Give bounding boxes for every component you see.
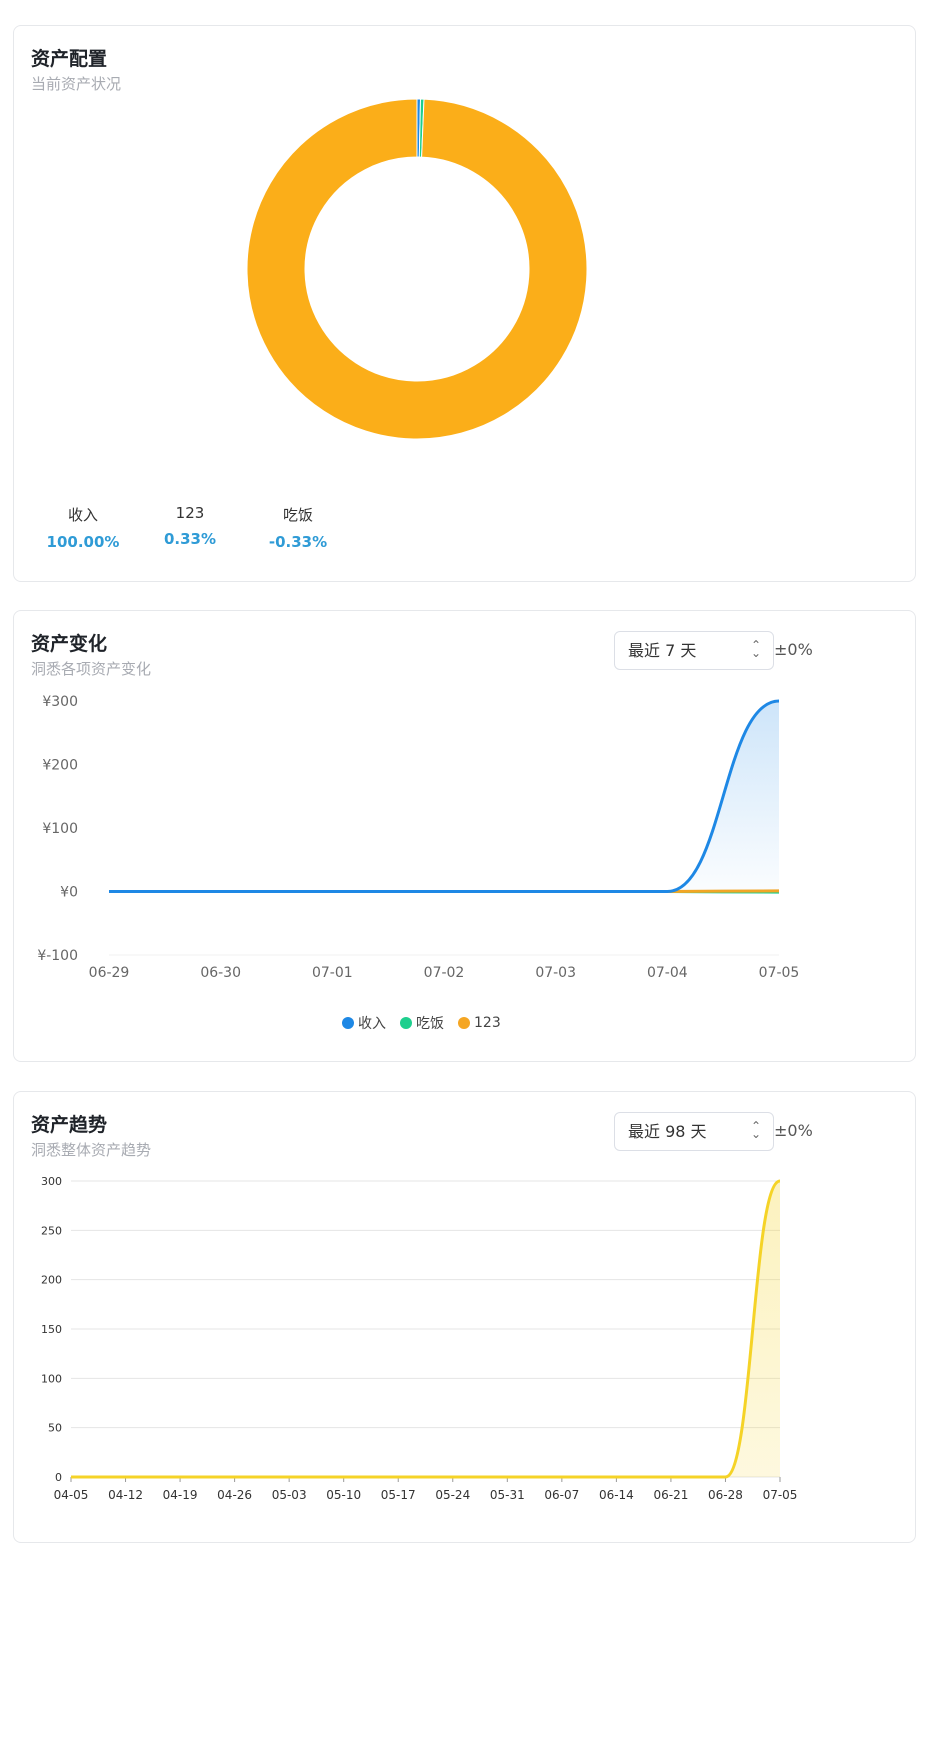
trend-area-chart: 0 50 100 150 200 250 300 04-05 04-12 04-19 04-26 05… bbox=[41, 1175, 798, 1502]
change-range-value: 最近 7 天 bbox=[628, 641, 697, 660]
x-tick-label: 06-07 bbox=[544, 1488, 579, 1502]
series-area-income bbox=[109, 701, 779, 892]
allocation-donut-chart bbox=[246, 98, 588, 440]
legend-dot-icon bbox=[458, 1017, 470, 1029]
stat-123: 123 0.33% bbox=[130, 504, 250, 548]
x-tick-label: 05-31 bbox=[490, 1488, 525, 1502]
legend-label: 吃饭 bbox=[416, 1016, 444, 1032]
updown-chevron-icon: ⌃ ⌄ bbox=[750, 638, 761, 660]
x-tick-label: 07-05 bbox=[763, 1488, 798, 1502]
stat-food: 吃饭 -0.33% bbox=[238, 504, 358, 551]
stat-income: 收入 100.00% bbox=[23, 504, 143, 551]
legend-item-food[interactable]: 吃饭 bbox=[400, 1013, 444, 1033]
y-tick-label: ¥100 bbox=[42, 821, 78, 837]
x-tick-label: 07-04 bbox=[647, 965, 688, 981]
change-title: 资产变化 bbox=[31, 633, 108, 655]
legend-label: 收入 bbox=[358, 1016, 386, 1032]
x-tick-label: 06-21 bbox=[653, 1488, 688, 1502]
donut-slice bbox=[246, 98, 588, 440]
x-tick-label: 04-05 bbox=[54, 1488, 89, 1502]
series-line bbox=[108, 699, 780, 893]
x-tick-label: 06-28 bbox=[708, 1488, 743, 1502]
trend-subtitle: 洞悉整体资产趋势 bbox=[31, 1141, 152, 1159]
x-tick-label: 07-03 bbox=[535, 965, 576, 981]
x-tick-label: 04-12 bbox=[108, 1488, 143, 1502]
y-tick-label: ¥0 bbox=[60, 885, 78, 901]
trend-range-select[interactable]: 最近 98 天 ⌃ ⌄ bbox=[614, 1112, 774, 1151]
stat-value: -0.33% bbox=[268, 533, 328, 551]
y-tick-label: 100 bbox=[41, 1372, 62, 1385]
x-tick-label: 07-01 bbox=[312, 965, 353, 981]
change-pct: ±0% bbox=[774, 640, 813, 659]
x-tick-label: 05-24 bbox=[435, 1488, 470, 1502]
x-tick-label: 06-29 bbox=[89, 965, 130, 981]
y-tick-label: ¥200 bbox=[42, 758, 78, 774]
trend-card: 资产趋势 洞悉整体资产趋势 最近 98 天 ⌃ ⌄ ±0% 0 50 100 150 20… bbox=[13, 1091, 916, 1543]
x-tick-label: 04-19 bbox=[163, 1488, 198, 1502]
x-tick-label: 04-26 bbox=[217, 1488, 252, 1502]
change-legend: 收入 吃饭 123 bbox=[342, 1013, 501, 1033]
x-tick-label: 05-10 bbox=[326, 1488, 361, 1502]
trend-title: 资产趋势 bbox=[31, 1114, 108, 1136]
x-tick-label: 05-17 bbox=[381, 1488, 416, 1502]
y-tick-label: 150 bbox=[41, 1323, 62, 1336]
stat-value: 100.00% bbox=[46, 533, 120, 551]
x-tick-label: 06-14 bbox=[599, 1488, 634, 1502]
change-line-chart: ¥-100 ¥0 ¥100 ¥200 ¥300 06-29 06-30 07-01 07-02 0… bbox=[37, 694, 800, 981]
y-tick-label: ¥-100 bbox=[37, 948, 78, 964]
change-card: 资产变化 洞悉各项资产变化 最近 7 天 ⌃ ⌄ ±0% ¥-100 ¥0 ¥100 ¥… bbox=[13, 610, 916, 1062]
x-tick-label: 07-05 bbox=[759, 965, 800, 981]
legend-dot-icon bbox=[342, 1017, 354, 1029]
x-tick-label: 07-02 bbox=[424, 965, 465, 981]
y-tick-label: 300 bbox=[41, 1175, 62, 1188]
stat-value: 0.33% bbox=[163, 530, 217, 548]
trend-range-value: 最近 98 天 bbox=[628, 1122, 707, 1141]
y-tick-label: 0 bbox=[55, 1471, 62, 1484]
change-subtitle: 洞悉各项资产变化 bbox=[31, 660, 152, 678]
updown-chevron-icon: ⌃ ⌄ bbox=[750, 1119, 761, 1141]
legend-item-123[interactable]: 123 bbox=[458, 1015, 501, 1031]
stat-label: 123 bbox=[175, 504, 205, 522]
y-tick-label: 200 bbox=[41, 1274, 62, 1287]
legend-dot-icon bbox=[400, 1017, 412, 1029]
trend-pct: ±0% bbox=[774, 1121, 813, 1140]
x-tick-label: 06-30 bbox=[200, 965, 241, 981]
y-tick-label: ¥300 bbox=[42, 694, 78, 710]
stat-label: 吃饭 bbox=[282, 506, 313, 524]
y-tick-label: 250 bbox=[41, 1224, 62, 1237]
allocation-card: 资产配置 当前资产状况 收入 100.00% 123 0.33% 吃饭 -0.3… bbox=[13, 25, 916, 582]
legend-label: 123 bbox=[474, 1015, 501, 1031]
y-tick-label: 50 bbox=[48, 1422, 62, 1435]
change-range-select[interactable]: 最近 7 天 ⌃ ⌄ bbox=[614, 631, 774, 670]
stat-label: 收入 bbox=[67, 506, 98, 524]
legend-item-income[interactable]: 收入 bbox=[342, 1013, 386, 1033]
x-tick-label: 05-03 bbox=[272, 1488, 307, 1502]
